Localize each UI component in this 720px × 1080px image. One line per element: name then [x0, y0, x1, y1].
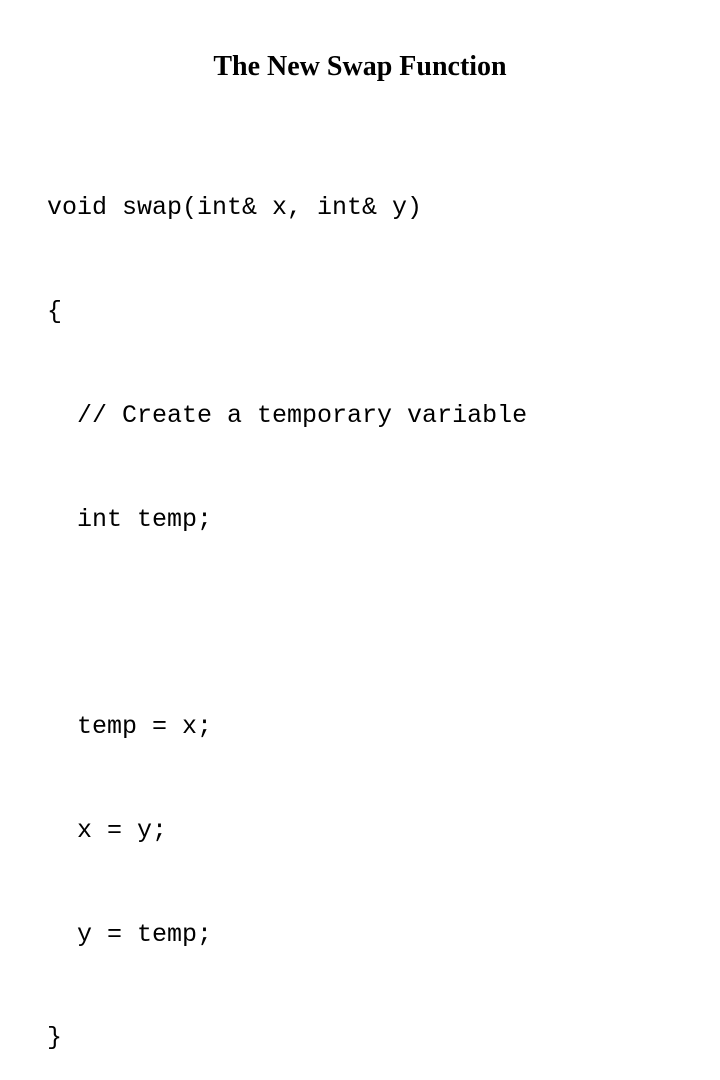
code-line: // Create a temporary variable [47, 400, 528, 430]
code-line: { [47, 296, 63, 326]
code-line: void swap(int& x, int& y) [47, 193, 423, 223]
page-title: The New Swap Function [213, 51, 507, 82]
code-line: x = y; [47, 815, 168, 845]
code-line: int temp; [47, 504, 213, 534]
code-block: void swap(int& x, int& y) { // Create a … [47, 122, 687, 1080]
code-line: y = temp; [47, 919, 213, 949]
slide-canvas: The New Swap Function void swap(int& x, … [0, 0, 720, 1052]
code-line: } [47, 1023, 63, 1053]
code-line: temp = x; [47, 712, 213, 742]
